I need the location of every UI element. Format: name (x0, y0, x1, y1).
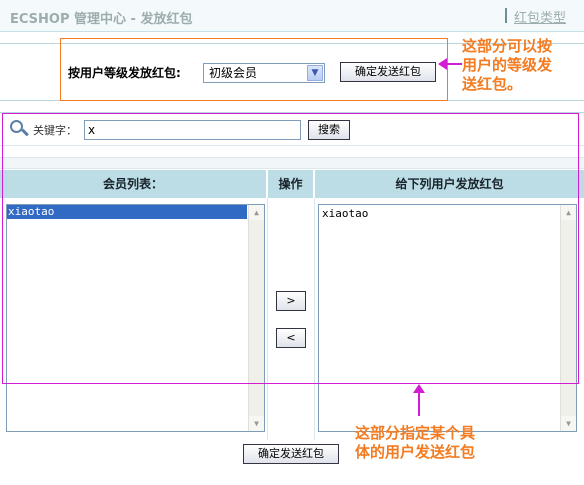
annotation-arrow-left-icon (438, 58, 447, 70)
scroll-down-icon[interactable]: ▼ (561, 416, 576, 431)
bonus-type-link[interactable]: 红包类型 (514, 7, 566, 26)
chevron-down-icon[interactable]: ▼ (307, 65, 323, 81)
user-submit-button[interactable]: 确定发送红包 (243, 444, 339, 464)
rank-select[interactable]: 初级会员 ▼ (203, 63, 325, 83)
rank-select-value: 初级会员 (209, 66, 258, 80)
header-divider (505, 8, 507, 23)
user-annotation-line: 体的用户发送红包 (355, 443, 476, 461)
rank-annotation-line: 这部分可以按 (462, 37, 553, 55)
user-annotation: 这部分指定某个具 体的用户发送红包 (355, 424, 475, 462)
page-header: ECSHOP 管理中心 - 发放红包 红包类型 (0, 0, 584, 32)
rank-annotation: 这部分可以按 用户的等级发 送红包。 (462, 37, 552, 94)
page-title: ECSHOP 管理中心 - 发放红包 (10, 12, 193, 27)
user-annotation-line: 这部分指定某个具 (355, 424, 476, 442)
scroll-down-icon[interactable]: ▼ (249, 416, 264, 431)
rank-annotation-line: 用户的等级发 (462, 56, 553, 74)
user-highlight-box (2, 113, 579, 384)
rank-submit-button[interactable]: 确定发送红包 (340, 62, 436, 82)
annotation-arrow-line (418, 392, 420, 416)
annotation-arrow-line (446, 63, 462, 65)
rank-annotation-line: 送红包。 (462, 75, 523, 93)
rank-label: 按用户等级发放红包: (68, 66, 181, 80)
